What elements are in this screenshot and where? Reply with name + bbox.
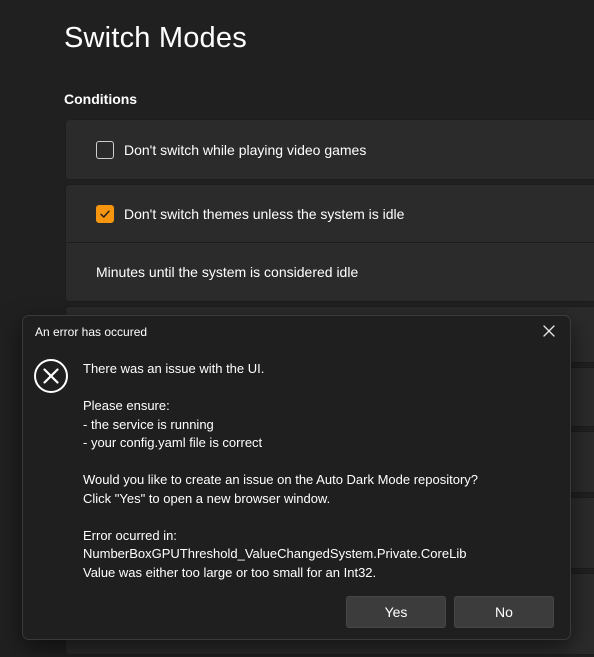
close-icon[interactable] bbox=[542, 324, 556, 338]
dialog-title: An error has occured bbox=[35, 325, 148, 339]
error-message: Value was either too large or too small … bbox=[83, 564, 377, 580]
ensure-header: Please ensure: bbox=[83, 398, 170, 413]
video-games-row[interactable]: Don't switch while playing video games bbox=[66, 120, 594, 179]
page-title: Switch Modes bbox=[64, 22, 247, 54]
idle-minutes-label: Minutes until the system is considered i… bbox=[96, 264, 359, 280]
settings-page: Switch Modes Conditions Don't switch whi… bbox=[0, 0, 594, 657]
card-video-games: Don't switch while playing video games bbox=[65, 119, 594, 180]
no-button[interactable]: No bbox=[454, 596, 554, 628]
message-intro: There was an issue with the UI. bbox=[83, 360, 553, 379]
ensure-item-config: - your config.yaml file is correct bbox=[83, 435, 263, 450]
ensure-item-service: - the service is running bbox=[83, 416, 214, 432]
video-games-checkbox[interactable] bbox=[96, 140, 114, 159]
card-idle: Don't switch themes unless the system is… bbox=[65, 184, 594, 302]
error-source: NumberBoxGPUThreshold_ValueChangedSystem… bbox=[83, 546, 467, 561]
checkmark-icon bbox=[100, 210, 110, 218]
section-title-conditions: Conditions bbox=[64, 91, 138, 107]
question-line-1: Would you like to create an issue on the… bbox=[83, 472, 479, 487]
idle-checkbox[interactable] bbox=[96, 205, 114, 223]
yes-button[interactable]: Yes bbox=[346, 596, 446, 628]
error-circle-x-icon bbox=[34, 359, 68, 393]
error-header: Error ocurred in: bbox=[83, 527, 177, 543]
idle-row[interactable]: Don't switch themes unless the system is… bbox=[66, 185, 594, 243]
message-line-issue: There was an issue with the UI. bbox=[83, 361, 265, 376]
error-dialog: An error has occured There was an issue … bbox=[22, 315, 571, 640]
video-games-label: Don't switch while playing video games bbox=[124, 141, 367, 158]
dialog-message: There was an issue with the UI. Please e… bbox=[83, 360, 553, 601]
idle-label: Don't switch themes unless the system is… bbox=[124, 206, 405, 222]
message-ensure: Please ensure: - the service is running … bbox=[83, 397, 553, 453]
question-line-2: Click "Yes" to open a new browser window… bbox=[83, 490, 331, 506]
idle-minutes-row: Minutes until the system is considered i… bbox=[66, 243, 594, 301]
message-error-details: Error ocurred in: NumberBoxGPUThreshold_… bbox=[83, 527, 553, 583]
message-question: Would you like to create an issue on the… bbox=[83, 471, 553, 508]
